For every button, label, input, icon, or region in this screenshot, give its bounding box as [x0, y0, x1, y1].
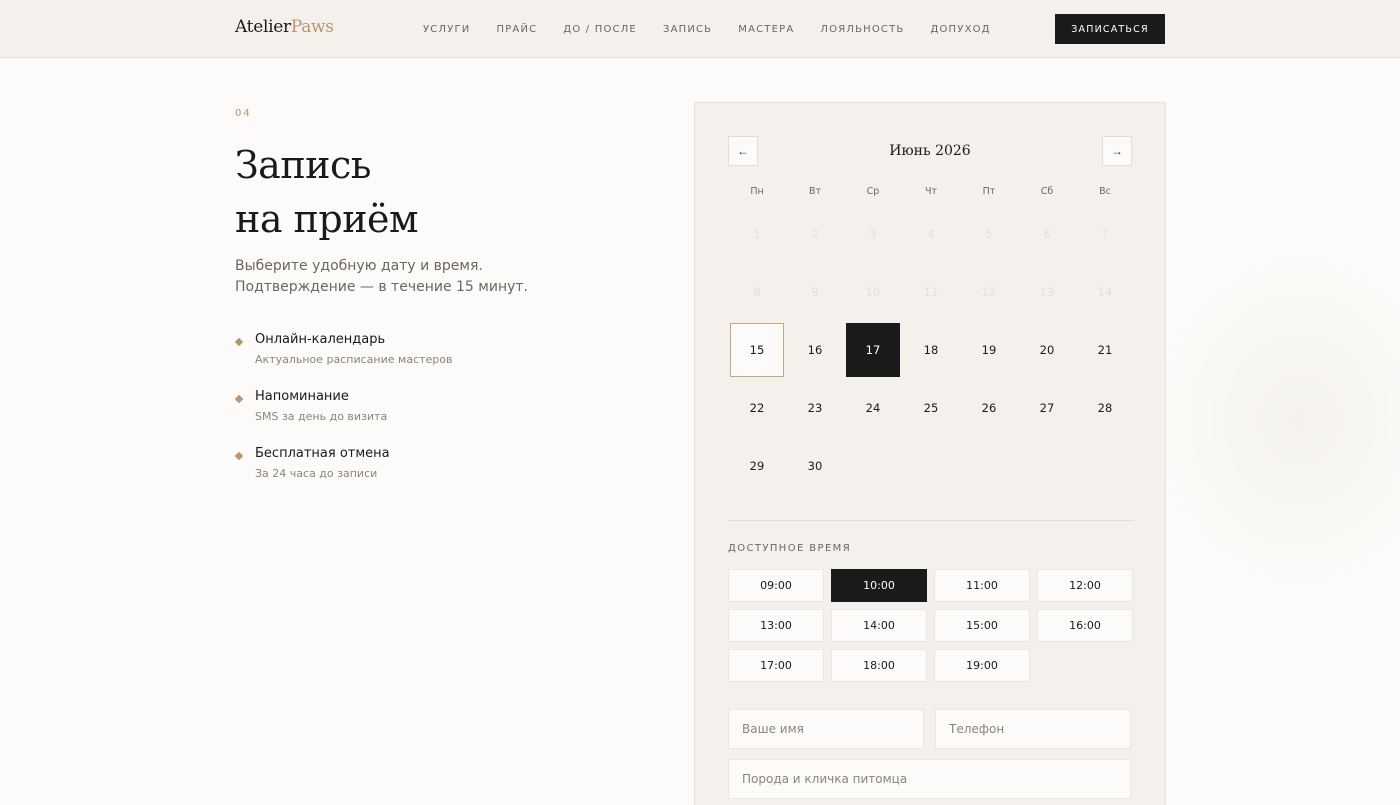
calendar-day: 14 — [1097, 285, 1113, 299]
title-line-2: на приём — [235, 197, 419, 241]
divider — [728, 520, 1134, 521]
calendar-day[interactable]: 15 — [730, 323, 784, 377]
brand-name-part2: Paws — [290, 17, 334, 37]
calendar-day[interactable]: 24 — [846, 381, 900, 435]
time-slot[interactable]: 11:00 — [934, 569, 1030, 602]
main-nav: УСЛУГИ ПРАЙС ДО / ПОСЛЕ ЗАПИСЬ МАСТЕРА Л… — [423, 24, 991, 35]
feature-subtitle: Актуальное расписание мастеров — [255, 353, 453, 366]
calendar-day[interactable]: 23 — [788, 381, 842, 435]
book-button[interactable]: ЗАПИСАТЬСЯ — [1055, 14, 1165, 44]
time-slot[interactable]: 15:00 — [934, 609, 1030, 642]
calendar-day: 5 — [985, 227, 993, 241]
nav-item-booking[interactable]: ЗАПИСЬ — [663, 24, 712, 35]
time-slot[interactable]: 16:00 — [1037, 609, 1133, 642]
diamond-bullet-icon — [234, 451, 244, 461]
calendar-day[interactable]: 20 — [1020, 323, 1074, 377]
calendar-day[interactable]: 27 — [1020, 381, 1074, 435]
weekday-label: Ср — [866, 186, 880, 197]
title-line-1: Запись — [235, 143, 371, 187]
time-slot[interactable]: 18:00 — [831, 649, 927, 682]
calendar-day: 8 — [753, 285, 761, 299]
weekday-label: Пн — [750, 186, 764, 197]
weekday-label: Вс — [1099, 186, 1111, 197]
section-number: 04 — [235, 108, 252, 119]
phone-field[interactable] — [935, 709, 1131, 749]
calendar-day[interactable]: 29 — [730, 439, 784, 493]
time-slot[interactable]: 19:00 — [934, 649, 1030, 682]
feature-title: Напоминание — [255, 389, 349, 404]
calendar-day[interactable]: 21 — [1078, 323, 1132, 377]
calendar-day[interactable]: 28 — [1078, 381, 1132, 435]
calendar-grid: 1 2 3 4 5 6 7 8 9 10 11 12 13 14 15 16 17 18 19 20 21 22 23 24 2… — [728, 205, 1134, 495]
time-slot[interactable]: 09:00 — [728, 569, 824, 602]
calendar-day: 4 — [927, 227, 935, 241]
weekday-header: Пн Вт Ср Чт Пт Сб Вс — [728, 186, 1134, 197]
calendar-day[interactable]: 26 — [962, 381, 1016, 435]
feature-title: Бесплатная отмена — [255, 446, 390, 461]
nav-item-services[interactable]: УСЛУГИ — [423, 24, 470, 35]
calendar-day[interactable]: 16 — [788, 323, 842, 377]
calendar-day: 13 — [1039, 285, 1055, 299]
booking-panel: ← Июнь 2026 → Пн Вт Ср Чт Пт Сб Вс 1 2 3 4 5 6 7 8 9 10… — [694, 102, 1166, 805]
weekday-label: Пт — [982, 186, 996, 197]
nav-item-masters[interactable]: МАСТЕРА — [738, 24, 794, 35]
calendar-day: 12 — [981, 285, 997, 299]
brand-logo[interactable]: AtelierPaws — [235, 17, 334, 37]
calendar-day[interactable]: 18 — [904, 323, 958, 377]
arrow-right-icon: → — [1111, 144, 1123, 158]
next-month-button[interactable]: → — [1102, 136, 1132, 166]
feature-title: Онлайн-календарь — [255, 332, 386, 347]
month-label: Июнь 2026 — [889, 143, 971, 159]
nav-item-loyalty[interactable]: ЛОЯЛЬНОСТЬ — [820, 24, 904, 35]
lead-text: Выберите удобную дату и время. Подтвержд… — [235, 258, 528, 295]
page-title: Запись на приём — [235, 138, 615, 246]
time-slot[interactable]: 13:00 — [728, 609, 824, 642]
calendar-day: 7 — [1101, 227, 1109, 241]
pet-field[interactable] — [728, 759, 1131, 799]
nav-item-price[interactable]: ПРАЙС — [496, 24, 537, 35]
calendar-day: 6 — [1043, 227, 1051, 241]
background-glow — [1150, 250, 1400, 590]
nav-item-before-after[interactable]: ДО / ПОСЛЕ — [563, 24, 637, 35]
weekday-label: Чт — [924, 186, 938, 197]
calendar-day: 2 — [811, 227, 819, 241]
diamond-bullet-icon — [234, 337, 244, 347]
feature-subtitle: За 24 часа до записи — [255, 467, 378, 480]
time-slot[interactable]: 17:00 — [728, 649, 824, 682]
brand-name-part1: Atelier — [235, 17, 291, 37]
calendar-day[interactable]: 25 — [904, 381, 958, 435]
weekday-label: Сб — [1040, 186, 1054, 197]
calendar-day: 10 — [865, 285, 881, 299]
name-field[interactable] — [728, 709, 924, 749]
calendar-day: 1 — [753, 227, 761, 241]
calendar-day[interactable]: 30 — [788, 439, 842, 493]
time-slots-title: ДОСТУПНОЕ ВРЕМЯ — [728, 543, 852, 554]
time-slot[interactable]: 10:00 — [831, 569, 927, 602]
nav-item-extra-care[interactable]: ДОПУХОД — [930, 24, 990, 35]
time-slot-grid: 09:00 10:00 11:00 12:00 13:00 14:00 15:00 16:00… — [728, 569, 1134, 682]
calendar-day: 3 — [869, 227, 877, 241]
calendar-day: 9 — [811, 285, 819, 299]
weekday-label: Вт — [808, 186, 822, 197]
feature-subtitle: SMS за день до визита — [255, 410, 388, 423]
site-header: AtelierPaws УСЛУГИ ПРАЙС ДО / ПОСЛЕ ЗАПИ… — [0, 0, 1400, 58]
calendar-day[interactable]: 19 — [962, 323, 1016, 377]
calendar-day: 11 — [923, 285, 939, 299]
calendar-day[interactable]: 17 — [846, 323, 900, 377]
time-slot[interactable]: 14:00 — [831, 609, 927, 642]
calendar-day[interactable]: 22 — [730, 381, 784, 435]
diamond-bullet-icon — [234, 394, 244, 404]
time-slot[interactable]: 12:00 — [1037, 569, 1133, 602]
